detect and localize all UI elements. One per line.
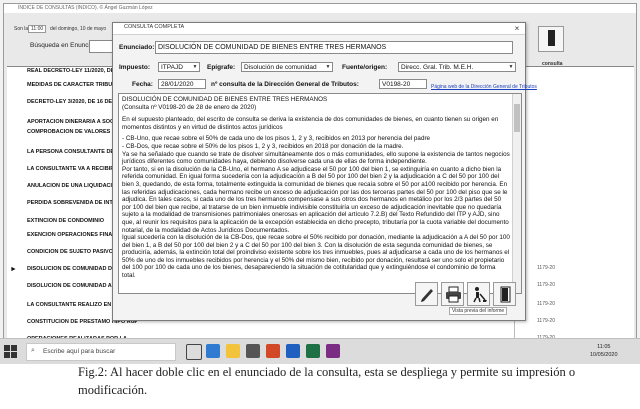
fuente-select[interactable]: Direcc. Gral. Trib. M.E.H. ▼ bbox=[398, 62, 516, 72]
taskbar: ⌕ Escribe aquí para buscar 11:05 10/05/2… bbox=[0, 338, 640, 364]
door-icon bbox=[548, 30, 555, 46]
fecha-field[interactable]: 28/01/2020 bbox=[158, 79, 206, 89]
edit-button[interactable] bbox=[415, 282, 438, 306]
consulta-completa-dialog: CONSULTA COMPLETA × Enunciado: DISOLUCIÓ… bbox=[112, 22, 537, 321]
paragraph: Igual sucedería con la disolución de la … bbox=[122, 234, 510, 280]
chevron-down-icon: ▼ bbox=[192, 64, 198, 70]
taskbar-search[interactable]: ⌕ Escribe aquí para buscar bbox=[26, 343, 176, 361]
excel-icon[interactable] bbox=[306, 344, 320, 358]
person-sweep-icon bbox=[473, 287, 487, 303]
search-field[interactable] bbox=[89, 40, 113, 53]
taskbar-search-placeholder: Escribe aquí para buscar bbox=[43, 348, 116, 355]
row-consulta-number: 1179-20 bbox=[514, 282, 634, 301]
row-consulta-number bbox=[514, 231, 634, 248]
figure-caption: Fig.2: Al hacer doble clic en el enuncia… bbox=[78, 365, 576, 397]
row-consulta-number bbox=[514, 165, 634, 182]
row-consulta-number bbox=[514, 182, 634, 199]
row-consulta-number bbox=[514, 199, 634, 217]
edge-icon[interactable] bbox=[206, 344, 220, 358]
time-field[interactable]: 11:00 bbox=[28, 25, 47, 33]
exit-dialog-button[interactable] bbox=[493, 282, 516, 306]
print-button[interactable] bbox=[441, 282, 464, 306]
task-view-icon[interactable] bbox=[186, 344, 202, 360]
row-consulta-number bbox=[514, 98, 634, 118]
num-consulta-label: nº consulta de la Dirección General de T… bbox=[211, 81, 359, 88]
epigrafe-select[interactable]: Disolución de comunidad ▼ bbox=[241, 62, 333, 72]
row-consulta-number: 1179-20 bbox=[514, 318, 634, 335]
row-consulta-number bbox=[514, 67, 634, 81]
fuente-label: Fuente/origen: bbox=[342, 64, 388, 71]
dialog-titlebar: CONSULTA COMPLETA × bbox=[113, 23, 525, 35]
main-titlebar: ÍNDICE DE CONSULTAS (INDICO). © Ángel Gu… bbox=[4, 4, 636, 13]
pencil-icon bbox=[421, 289, 433, 302]
printer-icon bbox=[446, 286, 461, 303]
paragraph: En el supuesto planteado, del escrito de… bbox=[122, 116, 499, 131]
impuesto-label: Impuesto: bbox=[119, 64, 151, 71]
windows-start-icon[interactable] bbox=[4, 345, 17, 358]
body-subheading: (Consulta nº V0198-20 de 28 de enero de … bbox=[122, 103, 257, 111]
paragraph: - CB-Dos, que recae sobre el 50% de los … bbox=[122, 142, 404, 150]
epigrafe-label: Epígrafe: bbox=[207, 64, 236, 71]
impuesto-select[interactable]: ITPAJD ▼ bbox=[158, 62, 200, 72]
clock-date: 10/05/2020 bbox=[590, 352, 618, 358]
paragraph: - CB-Uno, que recae sobre el 50% de cada… bbox=[122, 135, 431, 143]
main-window-title: ÍNDICE DE CONSULTAS (INDICO). © Ángel Gu… bbox=[18, 5, 153, 11]
row-consulta-number bbox=[514, 128, 634, 148]
epigrafe-value: Disolución de comunidad bbox=[244, 64, 317, 71]
row-consulta-number: 1179-20 bbox=[514, 301, 634, 318]
dgt-web-link[interactable]: Página web de la Dirección General de Tr… bbox=[431, 84, 537, 90]
close-icon[interactable]: × bbox=[511, 23, 523, 34]
system-clock[interactable]: 11:05 10/05/2020 bbox=[590, 343, 618, 359]
dialog-title: CONSULTA COMPLETA bbox=[124, 24, 185, 30]
row-consulta-number bbox=[514, 118, 634, 128]
enunciado-label: Enunciado: bbox=[119, 44, 155, 51]
clock-time: 11:05 bbox=[597, 344, 611, 350]
consulta-text-area[interactable]: DISOLUCIÓN DE COMUNIDAD DE BIENES ENTRE … bbox=[118, 93, 522, 294]
chevron-down-icon: ▼ bbox=[325, 64, 331, 70]
date-text: del domingo, 10 de mayo bbox=[50, 26, 107, 32]
app-icon[interactable] bbox=[326, 344, 340, 358]
row-consulta-number bbox=[514, 148, 634, 165]
paragraph: Por tanto, si en la disolución de la CB-… bbox=[122, 165, 509, 234]
file-explorer-icon[interactable] bbox=[226, 344, 240, 358]
scroll-thumb[interactable] bbox=[514, 104, 520, 132]
paragraph: Ya se ha señalado que cuando se trate de… bbox=[122, 150, 510, 166]
exit-button[interactable] bbox=[538, 26, 564, 52]
impuesto-value: ITPAJD bbox=[161, 64, 183, 71]
row-pointer-icon: ► bbox=[10, 266, 17, 273]
preview-tooltip: Vista previa del informe bbox=[449, 307, 508, 315]
enunciado-field[interactable]: DISOLUCIÓN DE COMUNIDAD DE BIENES ENTRE … bbox=[155, 41, 513, 54]
body-heading: DISOLUCIÓN DE COMUNIDAD DE BIENES ENTRE … bbox=[122, 96, 328, 103]
store-icon[interactable] bbox=[246, 344, 260, 358]
fecha-label: Fecha: bbox=[132, 81, 153, 88]
vertical-scrollbar[interactable] bbox=[512, 94, 521, 293]
row-consulta-number bbox=[514, 248, 634, 265]
clean-button[interactable] bbox=[467, 282, 490, 306]
num-consulta-field[interactable]: V0198-20 bbox=[379, 79, 427, 89]
chevron-down-icon: ▼ bbox=[508, 64, 514, 70]
screenshot: ÍNDICE DE CONSULTAS (INDICO). © Ángel Gu… bbox=[0, 0, 640, 364]
row-consulta-number bbox=[514, 217, 634, 231]
word-icon[interactable] bbox=[286, 344, 300, 358]
row-consulta-number: 1179-20 bbox=[514, 265, 634, 282]
search-icon: ⌕ bbox=[31, 347, 35, 354]
office-icon[interactable] bbox=[266, 344, 280, 358]
door-icon bbox=[500, 286, 511, 303]
fuente-value: Direcc. Gral. Trib. M.E.H. bbox=[401, 64, 474, 71]
